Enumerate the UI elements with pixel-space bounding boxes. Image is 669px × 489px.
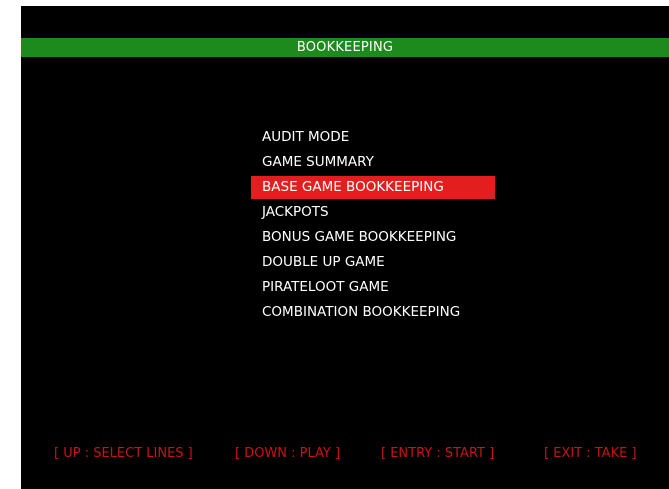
bookkeeping-screen: BOOKKEEPING AUDIT MODE GAME SUMMARY BASE… <box>21 6 669 489</box>
hint-down-play: [ DOWN : PLAY ] <box>235 446 341 461</box>
bookkeeping-menu: AUDIT MODE GAME SUMMARY BASE GAME BOOKKE… <box>251 126 495 326</box>
button-hints: [ UP : SELECT LINES ] [ DOWN : PLAY ] [ … <box>21 444 669 464</box>
hint-exit-take: [ EXIT : TAKE ] <box>544 446 637 461</box>
hint-entry-start: [ ENTRY : START ] <box>381 446 495 461</box>
menu-item-bonus-game-bookkeeping[interactable]: BONUS GAME BOOKKEEPING <box>251 226 495 249</box>
menu-item-jackpots[interactable]: JACKPOTS <box>251 201 495 224</box>
page-title: BOOKKEEPING <box>296 40 394 55</box>
menu-item-base-game-bookkeeping[interactable]: BASE GAME BOOKKEEPING <box>251 176 495 199</box>
menu-item-pirateloot-game[interactable]: PIRATELOOT GAME <box>251 276 495 299</box>
hint-up-select-lines: [ UP : SELECT LINES ] <box>54 446 193 461</box>
title-bar: BOOKKEEPING <box>21 38 669 57</box>
menu-item-combination-bookkeeping[interactable]: COMBINATION BOOKKEEPING <box>251 301 495 324</box>
menu-item-audit-mode[interactable]: AUDIT MODE <box>251 126 495 149</box>
menu-item-game-summary[interactable]: GAME SUMMARY <box>251 151 495 174</box>
menu-item-double-up-game[interactable]: DOUBLE UP GAME <box>251 251 495 274</box>
